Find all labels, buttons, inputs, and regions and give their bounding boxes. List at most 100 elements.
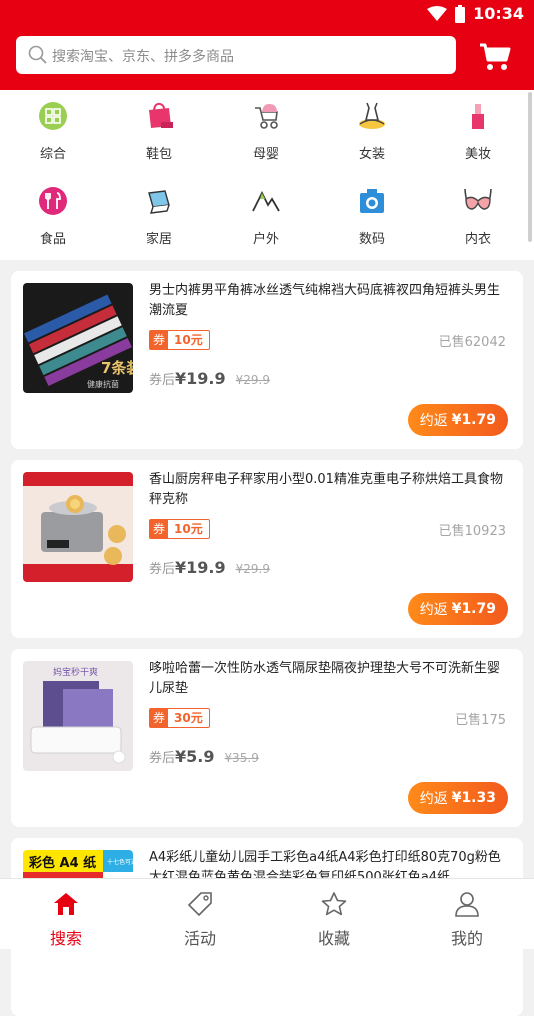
rebate-label: 约返 [419,602,448,618]
category-meizhuang[interactable]: 美妆 [438,100,518,162]
rebate-label: 约返 [419,413,448,429]
wifi-icon [427,5,448,21]
rebate-button[interactable]: 约返 ¥1.79 [407,404,508,436]
tab-label: 我的 [450,929,483,948]
search-input[interactable]: 搜索淘宝、京东、拼多多商品 [16,36,456,74]
product-card[interactable]: 香山厨房秤电子秤家用小型0.01精准克重电子称烘焙工具食物秤克称 券 10元 已… [11,460,523,638]
category-shuma[interactable]: 数码 [332,185,412,247]
category-label: 数码 [358,232,385,247]
product-card[interactable]: 7条装 健康抗菌 男士内裤男平角裤冰丝透气纯棉裆大码底裤衩四角短裤头男生潮流夏 … [11,271,523,449]
price: 券后 ¥19.9 ¥29.9 [149,369,270,388]
original-price: ¥29.9 [235,562,270,576]
tab-search[interactable]: 搜索 [26,891,106,949]
thumb-caption: 十七色可选 [107,858,133,866]
sold-count: 已售10923 [438,524,506,539]
category-label: 食品 [39,232,66,247]
tab-activity[interactable]: 活动 [160,891,240,949]
category-label: 综合 [39,147,66,162]
search-placeholder: 搜索淘宝、京东、拼多多商品 [52,49,234,65]
tab-mine[interactable]: 我的 [427,891,507,949]
rebate-button[interactable]: 约返 ¥1.33 [407,782,508,814]
home-icon [148,190,170,214]
tab-favorites[interactable]: 收藏 [294,891,374,949]
bottom-tab-bar: 搜索 活动 收藏 我的 [0,878,534,949]
rebate-value: ¥1.79 [451,601,496,617]
tag-icon [187,892,212,917]
product-image [23,472,133,582]
coupon-value: 30元 [174,711,203,725]
sold-count: 已售175 [455,713,506,728]
camera-icon [360,189,384,213]
category-jiaju[interactable]: 家居 [119,185,199,247]
dress-icon [359,102,385,129]
category-label: 内衣 [464,232,491,247]
price-value: ¥19.9 [175,558,226,577]
tab-label: 收藏 [317,929,350,948]
original-price: ¥29.9 [235,373,270,387]
coupon-label: 券 [150,709,169,727]
thumb-caption: 彩色 A4 纸 [28,855,96,871]
original-price: ¥35.9 [224,751,259,765]
search-icon [28,45,47,64]
category-label: 母婴 [252,147,279,162]
lipstick-icon [472,104,484,129]
category-grid: 综合 鞋包 母婴 女装 美妆 食品 家居 户外 数码 内衣 [0,90,534,260]
rebate-value: ¥1.79 [451,412,496,428]
category-zonghe[interactable]: 综合 [13,100,93,162]
thumb-caption: 健康抗菌 [87,379,119,389]
battery-icon [455,4,466,23]
product-image: 7条装 健康抗菌 [23,283,133,393]
coupon-value: 10元 [174,522,203,536]
grid-icon [39,102,67,130]
category-muying[interactable]: 母婴 [226,100,306,162]
category-xiebao[interactable]: 鞋包 [119,100,199,162]
home-icon [54,893,78,915]
product-image: 妈宝秒干爽 [23,661,133,771]
thumb-caption: 7条装 [101,359,133,377]
coupon-badge: 券 10元 [149,330,210,350]
product-title: 哆啦哈蕾一次性防水透气隔尿垫隔夜护理垫大号不可洗新生婴儿尿垫 [149,661,501,696]
rebate-button[interactable]: 约返 ¥1.79 [407,593,508,625]
category-nvzhuang[interactable]: 女装 [332,100,412,162]
coupon-badge: 券 10元 [149,519,210,539]
sold-count: 已售62042 [438,335,506,350]
bra-icon [464,188,492,210]
rebate-value: ¥1.33 [451,790,496,806]
product-title: 香山厨房秤电子秤家用小型0.01精准克重电子称烘焙工具食物秤克称 [149,472,503,507]
category-label: 户外 [252,232,279,247]
star-icon [321,892,347,916]
status-time: 10:34 [473,4,524,23]
category-label: 女装 [358,147,385,162]
price: 券后 ¥19.9 ¥29.9 [149,558,270,577]
price: 券后 ¥5.9 ¥35.9 [149,747,259,766]
product-card[interactable]: 妈宝秒干爽 哆啦哈蕾一次性防水透气隔尿垫隔夜护理垫大号不可洗新生婴儿尿垫 券 3… [11,649,523,827]
category-label: 美妆 [464,147,491,162]
price-label: 券后 [149,373,176,388]
coupon-value: 10元 [174,333,203,347]
price-label: 券后 [149,562,176,577]
bag-icon [149,102,173,128]
scrollbar[interactable] [528,92,532,242]
rebate-label: 约返 [419,791,448,807]
category-label: 家居 [145,232,172,247]
product-title: 男士内裤男平角裤冰丝透气纯棉裆大码底裤衩四角短裤头男生潮流夏 [149,283,501,318]
mountain-icon [252,190,280,212]
user-icon [455,892,479,917]
tab-label: 搜索 [49,929,82,948]
category-huwai[interactable]: 户外 [226,185,306,247]
status-bar: 10:34 [0,0,534,30]
category-shipin[interactable]: 食品 [13,185,93,247]
thumb-caption: 妈宝秒干爽 [53,666,98,678]
cart-icon[interactable] [478,42,512,72]
tab-label: 活动 [183,929,216,948]
header: 搜索淘宝、京东、拼多多商品 [0,30,534,90]
coupon-badge: 券 30元 [149,708,210,728]
category-neiyi[interactable]: 内衣 [438,185,518,247]
price-value: ¥19.9 [175,369,226,388]
food-icon [39,187,67,215]
category-label: 鞋包 [145,147,172,162]
coupon-label: 券 [150,331,169,349]
coupon-label: 券 [150,520,169,538]
price-value: ¥5.9 [175,747,215,766]
price-label: 券后 [149,751,176,766]
